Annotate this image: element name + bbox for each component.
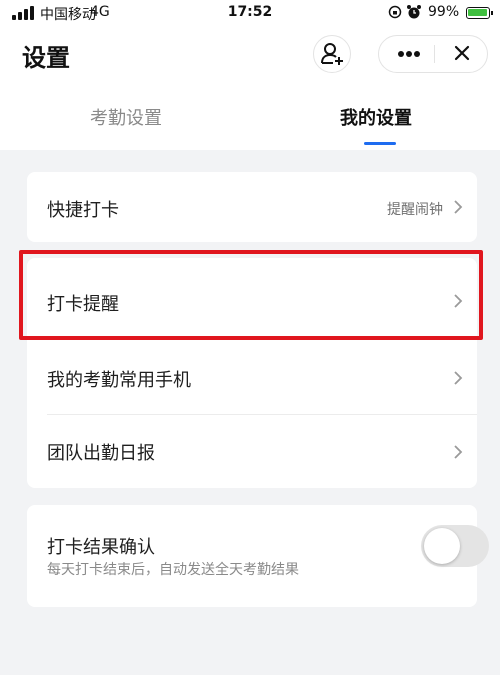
- more-button[interactable]: [385, 36, 433, 72]
- more-icon: [398, 51, 420, 57]
- battery-fill: [468, 9, 487, 16]
- close-button[interactable]: [439, 36, 485, 72]
- result-confirm-label: 打卡结果确认: [47, 537, 155, 558]
- highlight-box: [19, 250, 483, 340]
- chevron-right-icon: [454, 445, 463, 459]
- rotation-lock-icon: [388, 5, 402, 19]
- toggle-knob: [424, 528, 460, 564]
- battery-percent: 99%: [428, 4, 460, 20]
- page-title: 设置: [22, 44, 70, 72]
- battery-icon: [466, 7, 493, 19]
- tab-attendance-settings[interactable]: 考勤设置: [90, 104, 162, 130]
- result-confirm-toggle[interactable]: [421, 525, 489, 567]
- add-user-icon: [321, 43, 343, 65]
- quick-punch-label: 快捷打卡: [47, 200, 119, 221]
- result-confirm-card: 打卡结果确认 每天打卡结束后，自动发送全天考勤结果: [27, 505, 489, 607]
- clock: 17:52: [227, 4, 273, 20]
- quick-punch-value: 提醒闹钟: [387, 202, 443, 218]
- result-confirm-description: 每天打卡结束后，自动发送全天考勤结果: [47, 562, 299, 578]
- close-icon: [454, 45, 470, 61]
- top-area: 中国移动 4G 17:52 99% 设置 考勤设置 我的设置: [0, 0, 500, 150]
- common-phone-label: 我的考勤常用手机: [47, 370, 191, 391]
- add-user-button[interactable]: [313, 35, 351, 73]
- capsule-divider: [434, 45, 435, 63]
- mini-program-capsule: [378, 35, 488, 73]
- chevron-right-icon: [454, 371, 463, 385]
- alarm-icon: [407, 5, 421, 19]
- tab-my-settings[interactable]: 我的设置: [340, 104, 412, 130]
- chevron-right-icon: [454, 200, 463, 214]
- status-bar: 中国移动 4G 17:52 99%: [0, 0, 500, 26]
- active-tab-indicator: [364, 142, 396, 145]
- common-phone-row[interactable]: 我的考勤常用手机: [27, 342, 477, 414]
- quick-punch-row[interactable]: 快捷打卡 提醒闹钟: [27, 172, 477, 242]
- team-daily-label: 团队出勤日报: [47, 443, 155, 464]
- quick-punch-card: 快捷打卡 提醒闹钟: [27, 172, 477, 242]
- team-daily-row[interactable]: 团队出勤日报: [27, 415, 477, 488]
